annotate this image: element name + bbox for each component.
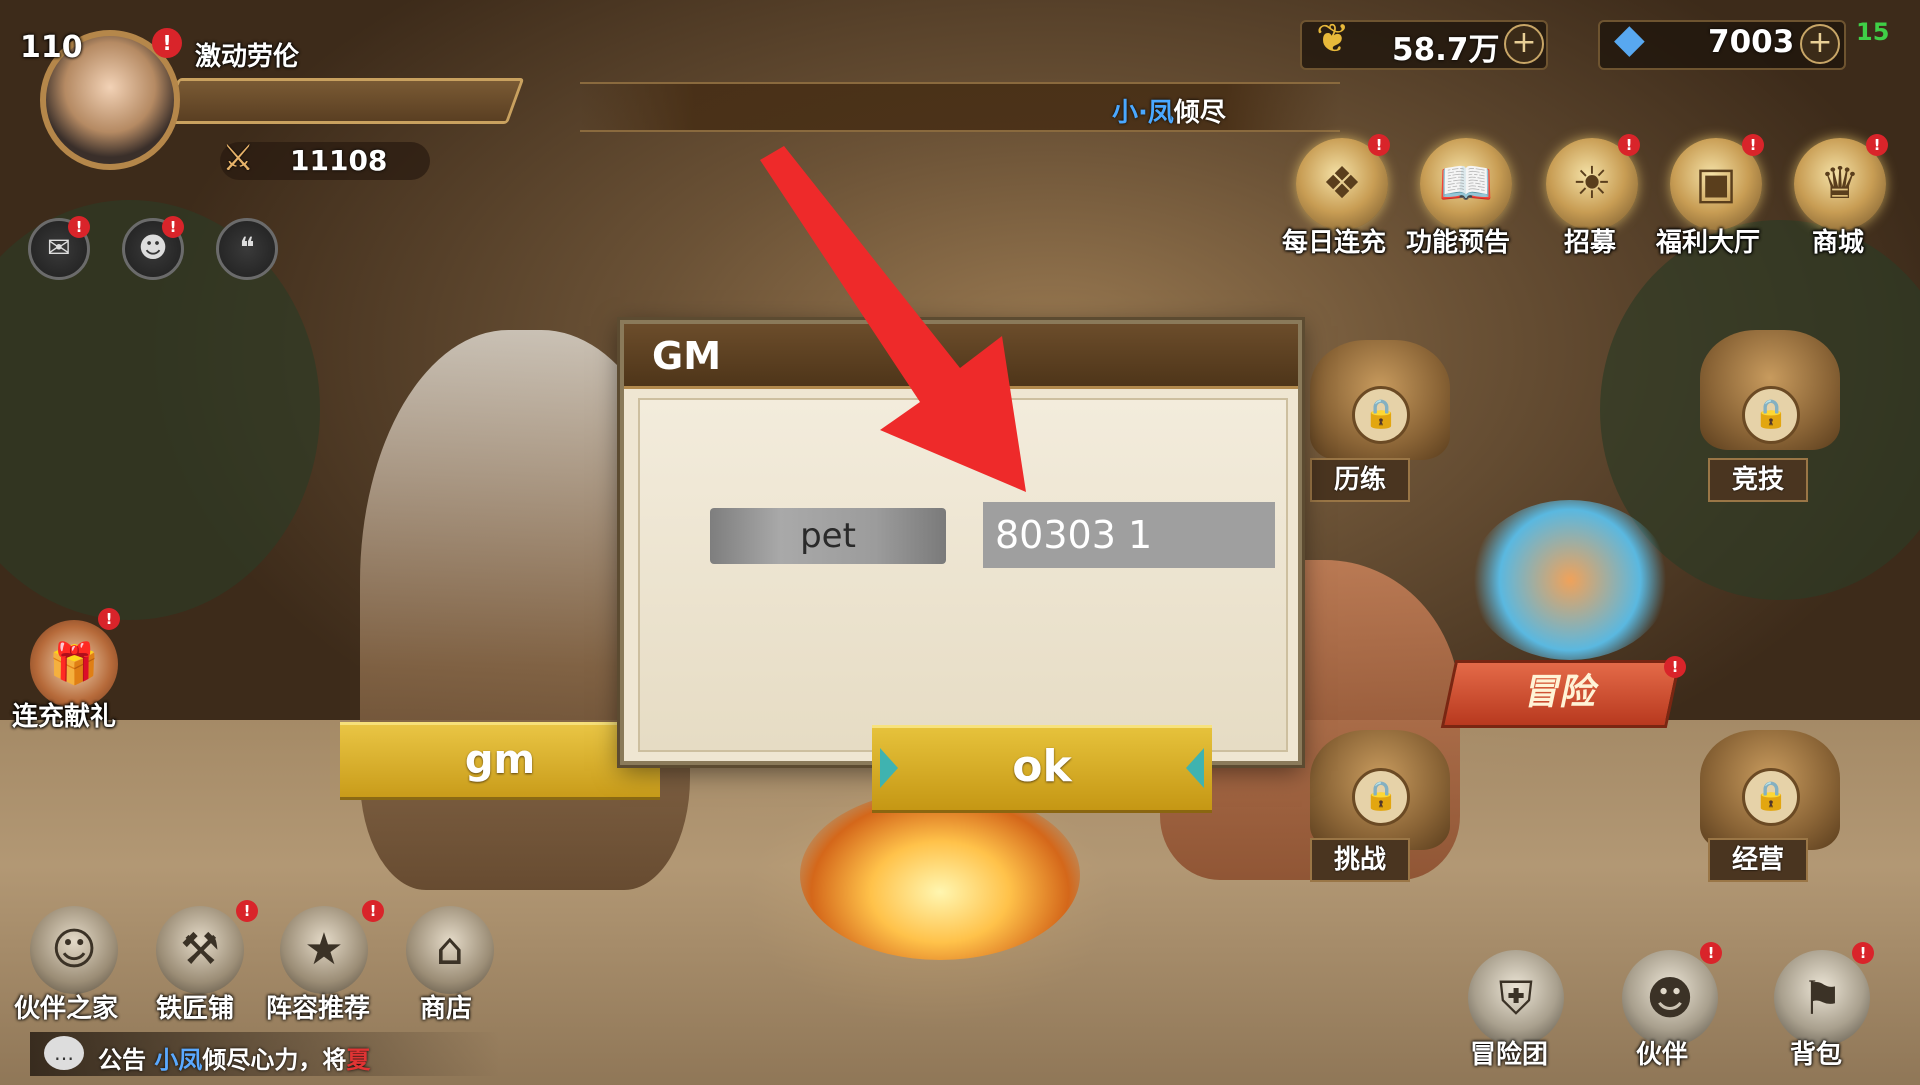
guild-shield-icon[interactable]: ⛨	[1468, 950, 1564, 1046]
companion-alert: !	[1700, 942, 1722, 964]
recruit-alert: !	[1618, 134, 1640, 156]
player-name: 激动劳伦	[195, 42, 300, 72]
daily-recharge-label[interactable]: 每日连充	[1282, 222, 1386, 259]
pet-field-label: pet	[710, 508, 946, 564]
backpack-label[interactable]: 背包	[1790, 1034, 1842, 1071]
backpack-alert: !	[1852, 942, 1874, 964]
friends-alert-badge: !	[162, 216, 184, 238]
companion-home-label[interactable]: 伙伴之家	[14, 988, 118, 1025]
book-icon[interactable]: 📖	[1420, 138, 1512, 230]
guild-label[interactable]: 冒险团	[1470, 1034, 1548, 1071]
signal-indicator: 15	[1856, 18, 1890, 46]
ok-button[interactable]: ok	[872, 725, 1212, 813]
event-alert: !	[98, 608, 120, 630]
feature-preview-label[interactable]: 功能预告	[1406, 222, 1510, 259]
announcement-highlight: 夏	[346, 1046, 371, 1074]
marquee-text: 小·凤倾尽	[1112, 92, 1226, 129]
lock-icon: 🔒	[1742, 768, 1800, 826]
speech-bubble-icon: …	[44, 1036, 84, 1070]
ok-button-label: ok	[1012, 741, 1072, 792]
lock-icon: 🔒	[1352, 768, 1410, 826]
gm-button[interactable]: gm	[340, 722, 660, 800]
recruit-label[interactable]: 招募	[1564, 222, 1616, 259]
star-formation-icon[interactable]: ★	[280, 906, 368, 994]
companion-home-icon[interactable]: ☺	[30, 906, 118, 994]
formation-label[interactable]: 阵容推荐	[266, 988, 370, 1025]
gm-command-input[interactable]	[983, 502, 1275, 568]
crystal-value: 7003	[1708, 24, 1795, 60]
shop-icon[interactable]: ⌂	[406, 906, 494, 994]
add-crystal-button[interactable]: +	[1800, 24, 1840, 64]
challenge-label[interactable]: 挑战	[1310, 838, 1411, 882]
daily-recharge-alert: !	[1368, 134, 1390, 156]
marquee-message: 倾尽	[1173, 98, 1226, 128]
arena-label[interactable]: 竞技	[1708, 458, 1809, 502]
ribbon-edge-left	[880, 748, 898, 788]
management-label[interactable]: 经营	[1708, 838, 1809, 882]
chat-bubbles-icon[interactable]: ❝	[216, 218, 278, 280]
welfare-hall-label[interactable]: 福利大厅	[1656, 222, 1760, 259]
ribbon-edge-right	[1186, 748, 1204, 788]
adventure-alert: !	[1664, 656, 1686, 678]
red-arrow-icon	[760, 146, 1026, 492]
dialog-title: GM	[652, 334, 722, 378]
avatar-alert-badge: !	[152, 28, 182, 58]
adventure-button[interactable]: 冒险	[1440, 660, 1682, 728]
shop-mall-alert: !	[1866, 134, 1888, 156]
announcement-body: 倾尽心力，将	[202, 1046, 347, 1074]
power-value: 11108	[290, 144, 388, 177]
announcement-name: 小凤	[154, 1046, 203, 1074]
lock-icon: 🔒	[1742, 386, 1800, 444]
anvil-icon[interactable]: ⚒	[156, 906, 244, 994]
companion-label[interactable]: 伙伴	[1636, 1034, 1688, 1071]
shop-label[interactable]: 商店	[420, 988, 472, 1025]
add-gold-button[interactable]: +	[1504, 24, 1544, 64]
gift-box-icon[interactable]: 🎁	[30, 620, 118, 708]
blue-crystal-icon: ◆	[1614, 16, 1645, 62]
blacksmith-alert: !	[236, 900, 258, 922]
announcement-text: 公告 小凤倾尽心力，将夏	[98, 1040, 370, 1075]
player-info-strip	[161, 78, 525, 124]
welfare-alert: !	[1742, 134, 1764, 156]
backpack-icon[interactable]: ⚑	[1774, 950, 1870, 1046]
marquee-player-name: 小·凤	[1112, 98, 1174, 128]
marquee-bar	[580, 82, 1340, 132]
campfire	[800, 790, 1080, 960]
lock-icon: 🔒	[1352, 386, 1410, 444]
adventure-monster[interactable]	[1470, 500, 1670, 660]
blacksmith-label[interactable]: 铁匠铺	[156, 988, 234, 1025]
companion-icon[interactable]: ☻	[1622, 950, 1718, 1046]
training-label[interactable]: 历练	[1310, 458, 1411, 502]
announcement-prefix: 公告	[98, 1046, 146, 1074]
crossed-swords-icon: ⚔	[222, 138, 255, 179]
recharge-gift-label[interactable]: 连充献礼	[12, 696, 116, 733]
gold-leaf-icon: ❦	[1316, 16, 1350, 62]
shop-mall-label[interactable]: 商城	[1812, 222, 1864, 259]
player-level: 110	[20, 30, 83, 65]
gold-value: 58.7万	[1392, 32, 1500, 68]
formation-alert: !	[362, 900, 384, 922]
mail-alert-badge: !	[68, 216, 90, 238]
